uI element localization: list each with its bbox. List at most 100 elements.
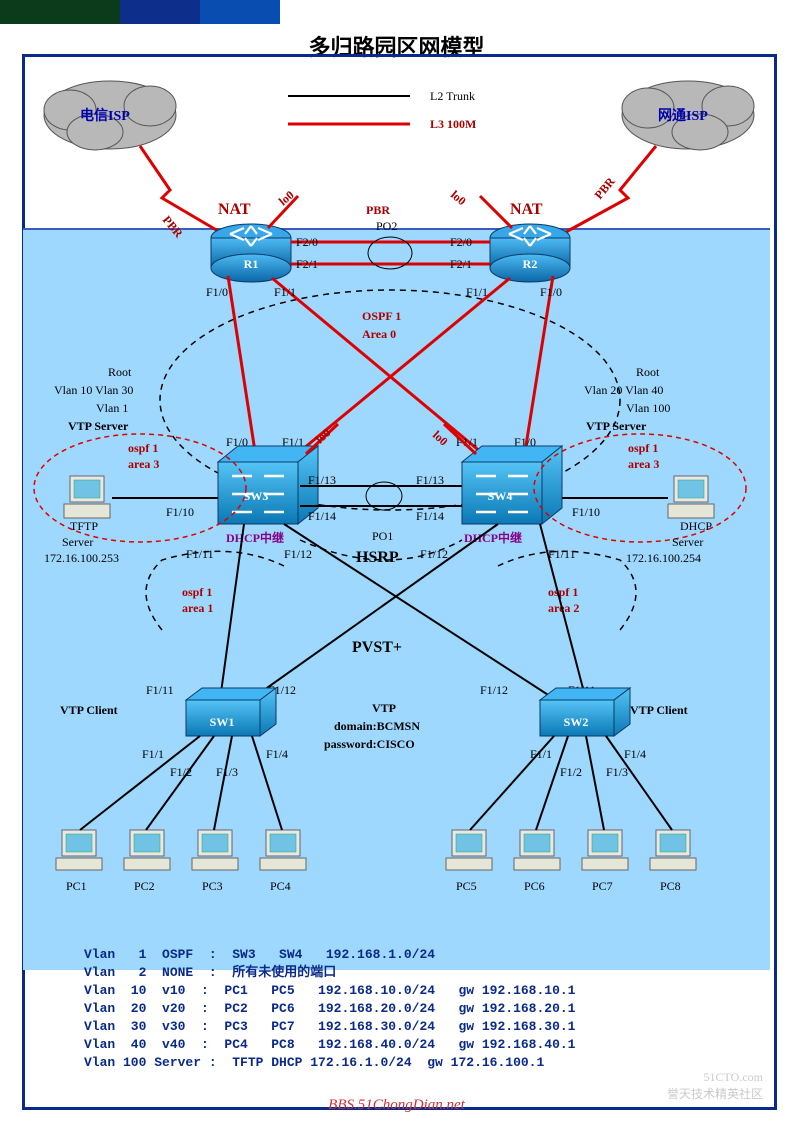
pc1	[56, 830, 102, 870]
pc4	[260, 830, 306, 870]
po2-label: PO2	[376, 219, 397, 233]
pc5	[446, 830, 492, 870]
svg-text:PC4: PC4	[270, 879, 291, 893]
svg-text:F1/10: F1/10	[572, 505, 600, 519]
svg-text:PC8: PC8	[660, 879, 681, 893]
lo0-r1: lo0	[276, 188, 297, 209]
svg-text:DHCP: DHCP	[680, 519, 712, 533]
svg-text:F1/12: F1/12	[420, 547, 448, 561]
svg-text:password:CISCO: password:CISCO	[324, 737, 415, 751]
pc6	[514, 830, 560, 870]
svg-text:F1/1: F1/1	[274, 285, 296, 299]
svg-text:ospf 1: ospf 1	[548, 585, 578, 599]
svg-text:F1/4: F1/4	[266, 747, 288, 761]
svg-text:172.16.100.253: 172.16.100.253	[44, 551, 119, 565]
svg-text:F1/11: F1/11	[146, 683, 174, 697]
svg-text:ospf 1: ospf 1	[628, 441, 658, 455]
cloud-telecom-isp: 电信ISP	[44, 81, 176, 150]
svg-text:Vlan 20 Vlan 40: Vlan 20 Vlan 40	[584, 383, 663, 397]
svg-text:Vlan 100: Vlan 100	[626, 401, 670, 415]
cloud-netcom-isp: 网通ISP	[622, 81, 754, 150]
vtp-title: VTP	[372, 701, 396, 715]
switch-sw1: SW1	[186, 688, 276, 736]
svg-text:VTP Client: VTP Client	[630, 703, 688, 717]
pbr-label-r2: PBR	[592, 174, 618, 202]
svg-text:PC6: PC6	[524, 879, 545, 893]
switch-sw4: SW4	[462, 446, 562, 524]
svg-text:F1/11: F1/11	[186, 547, 214, 561]
svg-text:SW3: SW3	[244, 489, 269, 503]
pc2	[124, 830, 170, 870]
tftp-server	[64, 476, 110, 518]
pvst-label: PVST+	[352, 639, 402, 656]
svg-text:F1/0: F1/0	[206, 285, 228, 299]
svg-text:PC5: PC5	[456, 879, 477, 893]
pbr-mid: PBR	[366, 203, 390, 217]
hsrp-label: HSRP	[356, 549, 399, 566]
nat-r1: NAT	[218, 201, 251, 218]
area0-label: Area 0	[362, 327, 396, 341]
pc8	[650, 830, 696, 870]
svg-text:domain:BCMSN: domain:BCMSN	[334, 719, 420, 733]
svg-text:F1/1: F1/1	[142, 747, 164, 761]
link-r1-sw3	[228, 276, 256, 458]
svg-text:F1/3: F1/3	[216, 765, 238, 779]
router-r1: R1	[211, 224, 291, 282]
svg-text:area 3: area 3	[628, 457, 659, 471]
svg-text:F1/12: F1/12	[284, 547, 312, 561]
svg-text:SW4: SW4	[488, 489, 513, 503]
svg-text:TFTP: TFTP	[70, 519, 98, 533]
bbs-footer: BBS.51ChongDian.net	[0, 1097, 793, 1114]
svg-text:ospf 1: ospf 1	[182, 585, 212, 599]
svg-text:F2/1: F2/1	[296, 257, 318, 271]
lo0-r2: lo0	[448, 188, 469, 209]
svg-text:SW2: SW2	[564, 715, 589, 729]
svg-text:F1/3: F1/3	[606, 765, 628, 779]
svg-text:电信ISP: 电信ISP	[80, 107, 130, 124]
link-telecom-r1	[140, 146, 230, 238]
svg-text:172.16.100.254: 172.16.100.254	[626, 551, 701, 565]
link-r2-sw4	[524, 276, 553, 458]
svg-text:F1/13: F1/13	[416, 473, 444, 487]
svg-text:SW1: SW1	[210, 715, 235, 729]
svg-text:F1/14: F1/14	[308, 509, 336, 523]
svg-text:F1/12: F1/12	[480, 683, 508, 697]
pc-row	[56, 830, 696, 870]
svg-text:PC3: PC3	[202, 879, 223, 893]
pbr-label-r1: PBR	[160, 213, 186, 241]
legend-l3-100m: L3 100M	[430, 117, 476, 131]
svg-text:F1/13: F1/13	[308, 473, 336, 487]
svg-text:VTP Server: VTP Server	[68, 419, 129, 433]
svg-text:F1/1: F1/1	[466, 285, 488, 299]
svg-text:F1/2: F1/2	[560, 765, 582, 779]
svg-text:R2: R2	[523, 257, 538, 271]
svg-text:Root: Root	[108, 365, 132, 379]
svg-text:PO1: PO1	[372, 529, 393, 543]
svg-text:F1/10: F1/10	[166, 505, 194, 519]
svg-text:F1/11: F1/11	[548, 547, 576, 561]
svg-text:F2/0: F2/0	[450, 235, 472, 249]
legend: L2 Trunk L3 100M	[288, 89, 476, 131]
svg-text:PC2: PC2	[134, 879, 155, 893]
svg-text:Server: Server	[62, 535, 93, 549]
svg-text:Vlan 10 Vlan 30: Vlan 10 Vlan 30	[54, 383, 133, 397]
svg-text:Vlan 1: Vlan 1	[96, 401, 128, 415]
svg-text:R1: R1	[244, 257, 259, 271]
svg-text:Server: Server	[672, 535, 703, 549]
svg-text:F1/4: F1/4	[624, 747, 646, 761]
svg-text:F1/14: F1/14	[416, 509, 444, 523]
svg-text:F1/0: F1/0	[540, 285, 562, 299]
svg-text:VTP Server: VTP Server	[586, 419, 647, 433]
svg-text:area 1: area 1	[182, 601, 213, 615]
pc3	[192, 830, 238, 870]
nat-r2: NAT	[510, 201, 543, 218]
ospf1-label: OSPF 1	[362, 309, 401, 323]
svg-text:F1/2: F1/2	[170, 765, 192, 779]
svg-text:Root: Root	[636, 365, 660, 379]
svg-text:PC1: PC1	[66, 879, 87, 893]
svg-text:area 3: area 3	[128, 457, 159, 471]
svg-text:ospf 1: ospf 1	[128, 441, 158, 455]
svg-text:PC7: PC7	[592, 879, 613, 893]
svg-text:网通ISP: 网通ISP	[658, 108, 708, 124]
svg-text:lo0: lo0	[430, 428, 451, 449]
